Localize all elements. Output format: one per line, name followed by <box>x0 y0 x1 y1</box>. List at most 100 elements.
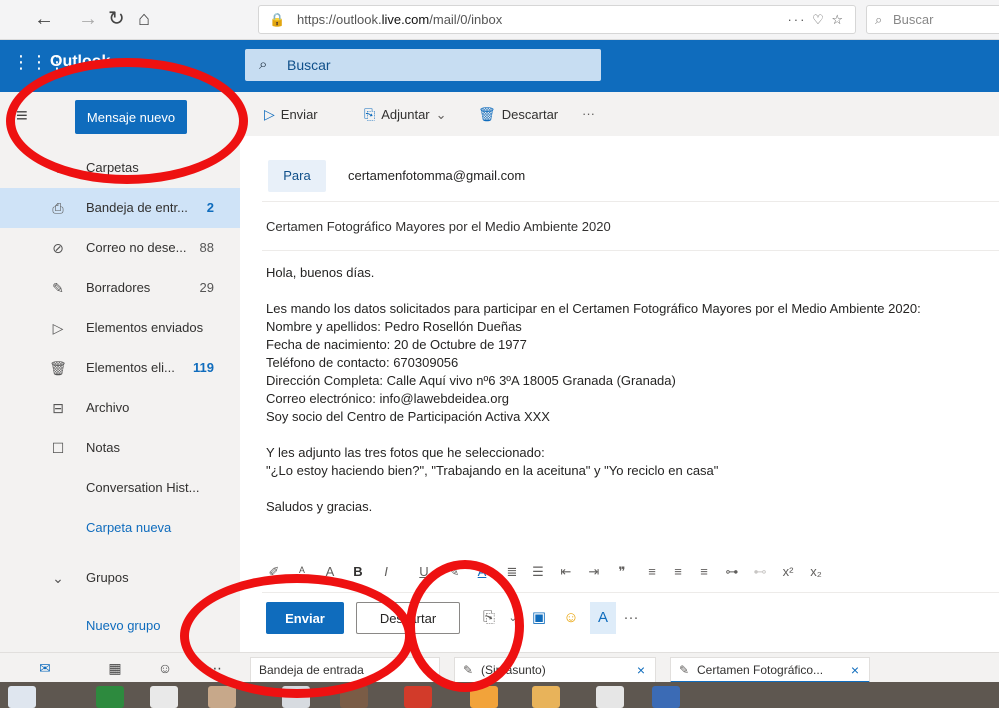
emoji-icon[interactable]: ☺ <box>558 602 584 634</box>
home-icon[interactable]: ⌂ <box>138 6 150 32</box>
bold-icon[interactable]: B <box>346 552 370 592</box>
send-button[interactable]: Enviar <box>266 602 344 634</box>
sidebar-item-deleted[interactable]: 🗑 Elementos eli... 119 <box>0 348 240 388</box>
forward-icon[interactable]: → <box>78 6 98 32</box>
format-painter-icon[interactable]: ✐ <box>262 552 286 592</box>
page-actions-icon[interactable]: ··· ♡ ☆ <box>787 6 845 33</box>
mail-search-input[interactable]: ⌕ Buscar <box>245 49 601 81</box>
app-icon[interactable] <box>96 686 124 708</box>
attach-command[interactable]: ⎘ Adjuntar ⌄ <box>364 92 447 136</box>
app-switcher: ✉ ▦ ☺ ⋯ <box>0 652 240 682</box>
align-right-icon[interactable]: ≡ <box>692 552 716 592</box>
send-command-label: Enviar <box>280 107 318 122</box>
unlink-icon[interactable]: ⊷ <box>748 552 772 592</box>
people-icon[interactable]: ☺ <box>150 657 180 679</box>
new-group-link[interactable]: Nuevo grupo <box>0 606 240 646</box>
calendar-icon[interactable]: ▦ <box>100 657 130 679</box>
app-icon[interactable] <box>150 686 178 708</box>
body-line <box>266 480 999 498</box>
sidebar-item-sent[interactable]: ▷ Elementos enviados <box>0 308 240 348</box>
close-icon[interactable]: × <box>637 658 645 682</box>
tab-label: Certamen Fotográfico... <box>697 663 824 677</box>
sidebar-item-archive[interactable]: ⊟ Archivo <box>0 388 240 428</box>
message-body-editor[interactable]: Hola, buenos días. Les mando los datos s… <box>266 264 999 544</box>
italic-icon[interactable]: I <box>374 552 398 592</box>
folders-title: Carpetas <box>86 160 139 175</box>
unread-count: 2 <box>206 200 214 215</box>
app-icon[interactable] <box>208 686 236 708</box>
decrease-indent-icon[interactable]: ⇤ <box>554 552 578 592</box>
font-size-increase-icon[interactable]: A <box>318 552 342 592</box>
align-center-icon[interactable]: ≡ <box>666 552 690 592</box>
close-icon[interactable]: × <box>851 658 859 682</box>
discard-command[interactable]: 🗑 Descartar <box>478 92 558 136</box>
mail-icon[interactable]: ✉ <box>30 657 60 679</box>
more-apps-icon[interactable]: ⋯ <box>200 657 230 679</box>
item-count: 29 <box>199 280 214 295</box>
pencil-icon: ✎ <box>679 663 690 677</box>
new-folder-link[interactable]: Carpeta nueva <box>0 508 240 548</box>
font-size-decrease-icon[interactable]: ᴬ <box>290 552 314 592</box>
app-launcher-icon[interactable]: ⋮⋮⋮ <box>12 48 66 76</box>
pencil-icon: ✎ <box>463 663 474 677</box>
superscript-icon[interactable]: x² <box>776 552 800 592</box>
pencil-icon: ✎ <box>52 280 64 296</box>
more-options-icon[interactable]: ··· <box>618 602 644 634</box>
underline-icon[interactable]: U <box>412 552 436 592</box>
body-line <box>266 282 999 300</box>
formatting-toggle-icon[interactable]: A <box>590 602 616 634</box>
send-icon: ▷ <box>52 320 64 336</box>
sidebar-item-conversation-history[interactable]: Conversation Hist... <box>0 468 240 508</box>
app-icon[interactable] <box>340 686 368 708</box>
back-icon[interactable]: ← <box>34 6 54 32</box>
inbox-icon: ⎙ <box>52 200 64 216</box>
sidebar-item-notes[interactable]: ☐ Notas <box>0 428 240 468</box>
trash-icon: 🗑 <box>478 106 496 122</box>
more-options-icon[interactable]: ··· <box>582 92 595 136</box>
paperclip-icon[interactable]: ⎘ <box>476 602 502 634</box>
app-icon[interactable] <box>532 686 560 708</box>
subject-field[interactable]: Certamen Fotográfico Mayores por el Medi… <box>266 212 999 242</box>
url-host: live.com <box>381 12 430 27</box>
recipient-chip[interactable]: certamenfotomma@gmail.com <box>348 160 525 192</box>
brand-title[interactable]: Outlook <box>50 50 110 74</box>
tab-inbox[interactable]: Bandeja de entrada <box>250 657 440 683</box>
insert-picture-icon[interactable]: ▣ <box>526 602 552 634</box>
compose-command-bar: ▷ Enviar ⎘ Adjuntar ⌄ 🗑 Descartar ··· <box>240 92 999 136</box>
firefox-icon[interactable] <box>470 686 498 708</box>
link-icon[interactable]: ⊶ <box>720 552 744 592</box>
windows-start-icon[interactable] <box>8 686 36 708</box>
bullets-icon[interactable]: ≣ <box>500 552 524 592</box>
browser-search-placeholder: Buscar <box>893 12 934 27</box>
folders-header[interactable]: ⌄ Carpetas <box>0 148 240 188</box>
font-color-icon[interactable]: A <box>470 552 494 592</box>
to-button[interactable]: Para <box>268 160 326 192</box>
quote-icon[interactable]: ❞ <box>610 552 634 592</box>
chevron-down-icon[interactable]: ⌄ <box>500 602 526 634</box>
chevron-down-icon: ⌄ <box>435 107 447 122</box>
app-icon[interactable] <box>282 686 310 708</box>
tab-no-subject[interactable]: ✎ (Sin asunto) × <box>454 657 656 683</box>
sidebar-item-junk[interactable]: ⊘ Correo no dese... 88 <box>0 228 240 268</box>
address-bar[interactable]: 🔒 https://outlook.live.com/mail/0/inbox … <box>258 5 856 34</box>
send-command[interactable]: ▷ Enviar <box>264 92 318 136</box>
align-left-icon[interactable]: ≡ <box>640 552 664 592</box>
sidebar-item-drafts[interactable]: ✎ Borradores 29 <box>0 268 240 308</box>
increase-indent-icon[interactable]: ⇥ <box>582 552 606 592</box>
tab-certamen[interactable]: ✎ Certamen Fotográfico... × <box>670 657 870 683</box>
new-message-button[interactable]: Mensaje nuevo <box>75 100 187 134</box>
subscript-icon[interactable]: x₂ <box>804 552 828 592</box>
app-icon[interactable] <box>652 686 680 708</box>
groups-header[interactable]: ⌄ Grupos <box>0 558 240 598</box>
browser-search-input[interactable]: ⌕ Buscar <box>866 5 999 34</box>
numbering-icon[interactable]: ☰ <box>526 552 550 592</box>
highlight-icon[interactable]: ✎ <box>442 552 466 592</box>
body-line: Teléfono de contacto: 670309056 <box>266 355 459 370</box>
chrome-icon[interactable] <box>404 686 432 708</box>
app-icon[interactable] <box>596 686 624 708</box>
discard-button[interactable]: Descartar <box>356 602 460 634</box>
hamburger-menu-icon[interactable]: ≡ <box>16 104 40 128</box>
body-line: Correo electrónico: info@lawebdeidea.org <box>266 391 510 406</box>
reload-icon[interactable]: ↻ <box>108 6 125 32</box>
sidebar-item-inbox[interactable]: ⎙ Bandeja de entr... 2 <box>0 188 240 228</box>
